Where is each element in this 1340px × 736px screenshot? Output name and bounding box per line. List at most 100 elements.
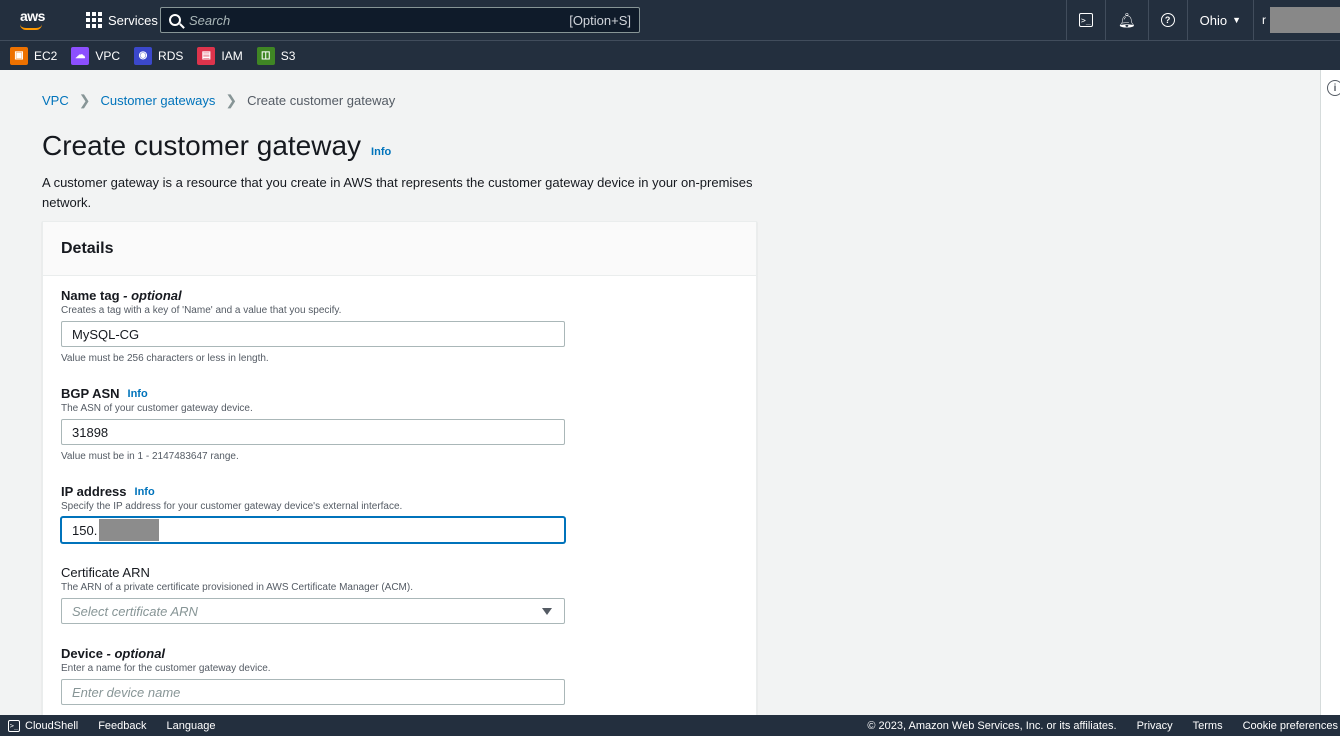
main-content: VPC ❯ Customer gateways ❯ Create custome…: [0, 70, 1320, 715]
certificate-arn-label: Certificate ARN: [61, 565, 150, 580]
iam-icon: ▤: [197, 46, 216, 65]
name-tag-label-row: Name tag - optional: [61, 288, 741, 303]
breadcrumb-current: Create customer gateway: [247, 93, 396, 108]
bgp-asn-description: The ASN of your customer gateway device.: [61, 403, 253, 414]
chevron-right-icon: ❯: [225, 92, 238, 108]
footer-left: >_ CloudShell Feedback Language: [0, 719, 216, 732]
region-label: Ohio: [1199, 12, 1228, 28]
footer-language-link[interactable]: Language: [167, 720, 216, 732]
nav-right-group: >_ 🔔︎ ? Ohio ▼ r: [1065, 0, 1340, 40]
device-description: Enter a name for the customer gateway de…: [61, 663, 271, 674]
footer-feedback-link[interactable]: Feedback: [98, 720, 146, 732]
aws-smile-mark: [20, 24, 42, 30]
bgp-asn-field: BGP ASN Info The ASN of your customer ga…: [61, 386, 741, 462]
ip-address-field: IP address Info Specify the IP address f…: [61, 484, 741, 543]
services-label: Services: [108, 12, 158, 28]
rds-icon: ◉: [134, 46, 153, 65]
device-name-input[interactable]: Enter device name: [61, 679, 565, 705]
name-tag-field: Name tag - optional Creates a tag with a…: [61, 288, 741, 364]
footer: >_ CloudShell Feedback Language © 2023, …: [0, 715, 1340, 736]
favorite-label: S3: [280, 48, 296, 63]
footer-copyright: © 2023, Amazon Web Services, Inc. or its…: [867, 719, 1117, 732]
name-tag-label: Name tag: [61, 288, 120, 303]
ip-address-input[interactable]: 150.: [61, 517, 565, 543]
device-field: Device - optional Enter a name for the c…: [61, 646, 741, 705]
favorite-ec2[interactable]: ▣ EC2: [10, 46, 58, 65]
name-tag-input[interactable]: MySQL-CG: [61, 321, 565, 347]
favorite-s3[interactable]: ◫ S3: [256, 46, 296, 65]
help-button[interactable]: ?: [1147, 0, 1187, 40]
top-navigation: aws Services [Option+S] >_ 🔔︎ ? Ohio ▼ r: [0, 0, 1340, 40]
title-info-link[interactable]: Info: [371, 146, 391, 158]
breadcrumb: VPC ❯ Customer gateways ❯ Create custome…: [42, 92, 395, 109]
certificate-arn-label-row: Certificate ARN: [61, 565, 741, 580]
favorite-label: RDS: [158, 48, 184, 63]
help-icon: ?: [1160, 13, 1175, 27]
favorite-label: EC2: [34, 48, 58, 63]
favorite-label: IAM: [221, 48, 243, 63]
footer-right: © 2023, Amazon Web Services, Inc. or its…: [867, 715, 1338, 736]
page-title-row: Create customer gateway Info: [42, 130, 391, 162]
chevron-right-icon: ❯: [78, 92, 91, 108]
ip-address-label-row: IP address Info: [61, 484, 741, 499]
info-circle-icon[interactable]: i: [1327, 80, 1340, 96]
ip-address-value: 150.: [72, 522, 98, 538]
vpc-icon: ☁: [71, 46, 90, 65]
region-selector[interactable]: Ohio ▼: [1186, 0, 1253, 40]
services-menu-button[interactable]: Services: [76, 0, 168, 40]
s3-icon: ◫: [256, 46, 275, 65]
certificate-arn-select[interactable]: Select certificate ARN: [61, 598, 565, 624]
redacted-account-name: [1270, 7, 1340, 33]
tools-panel-strip: i: [1320, 70, 1340, 715]
name-tag-constraint: Value must be 256 characters or less in …: [61, 353, 269, 364]
bgp-asn-input[interactable]: 31898: [61, 419, 565, 445]
favorite-label: VPC: [95, 48, 121, 63]
breadcrumb-customer-gateways[interactable]: Customer gateways: [100, 93, 215, 108]
bgp-asn-value: 31898: [72, 424, 109, 440]
name-tag-value: MySQL-CG: [72, 326, 140, 342]
footer-cloudshell-label: CloudShell: [25, 719, 79, 732]
ec2-icon: ▣: [10, 46, 28, 65]
grid-icon: [86, 12, 102, 28]
certificate-arn-description: The ARN of a private certificate provisi…: [61, 582, 413, 593]
search-bar[interactable]: [Option+S]: [160, 7, 640, 33]
footer-terms-link[interactable]: Terms: [1193, 720, 1223, 732]
dropdown-caret-icon: [542, 608, 552, 615]
device-label: Device: [61, 646, 103, 661]
bgp-asn-label: BGP ASN: [61, 386, 120, 401]
favorite-rds[interactable]: ◉ RDS: [134, 46, 184, 65]
ip-address-label: IP address: [61, 484, 127, 499]
caret-down-icon: ▼: [1232, 15, 1241, 25]
favorite-vpc[interactable]: ☁ VPC: [71, 46, 121, 65]
cloudshell-icon: >_: [1078, 13, 1093, 27]
device-name-placeholder: Enter device name: [72, 684, 181, 700]
footer-cookie-link[interactable]: Cookie preferences: [1243, 720, 1338, 732]
cloudshell-button[interactable]: >_: [1065, 0, 1105, 40]
footer-privacy-link[interactable]: Privacy: [1137, 720, 1173, 732]
search-icon: [169, 14, 181, 26]
ip-address-description: Specify the IP address for your customer…: [61, 501, 403, 512]
search-shortcut-hint: [Option+S]: [569, 12, 631, 28]
optional-tag: - optional: [123, 288, 182, 303]
details-panel: Details Name tag - optional Creates a ta…: [42, 221, 757, 715]
page-description: A customer gateway is a resource that yo…: [42, 175, 753, 210]
notifications-button[interactable]: 🔔︎: [1104, 0, 1148, 40]
cloudshell-icon: >_: [8, 719, 20, 732]
page-title: Create customer gateway: [42, 130, 362, 161]
bgp-asn-constraint: Value must be in 1 - 2147483647 range.: [61, 451, 239, 462]
certificate-arn-field: Certificate ARN The ARN of a private cer…: [61, 565, 741, 624]
breadcrumb-vpc[interactable]: VPC: [42, 93, 69, 108]
favorite-iam[interactable]: ▤ IAM: [197, 46, 243, 65]
account-menu[interactable]: r: [1253, 0, 1340, 40]
optional-tag: - optional: [106, 646, 166, 661]
bgp-asn-info-link[interactable]: Info: [128, 388, 148, 400]
favorites-bar: ▣ EC2 ☁ VPC ◉ RDS ▤ IAM ◫ S3: [0, 40, 1340, 70]
aws-logo-text: aws: [20, 8, 45, 24]
device-label-row: Device - optional: [61, 646, 741, 661]
footer-cloudshell-button[interactable]: >_ CloudShell: [8, 719, 79, 732]
search-input[interactable]: [189, 12, 570, 28]
ip-address-info-link[interactable]: Info: [135, 486, 155, 498]
name-tag-description: Creates a tag with a key of 'Name' and a…: [61, 305, 342, 316]
aws-logo[interactable]: aws: [6, 0, 54, 40]
bell-icon: 🔔︎: [1117, 11, 1136, 28]
